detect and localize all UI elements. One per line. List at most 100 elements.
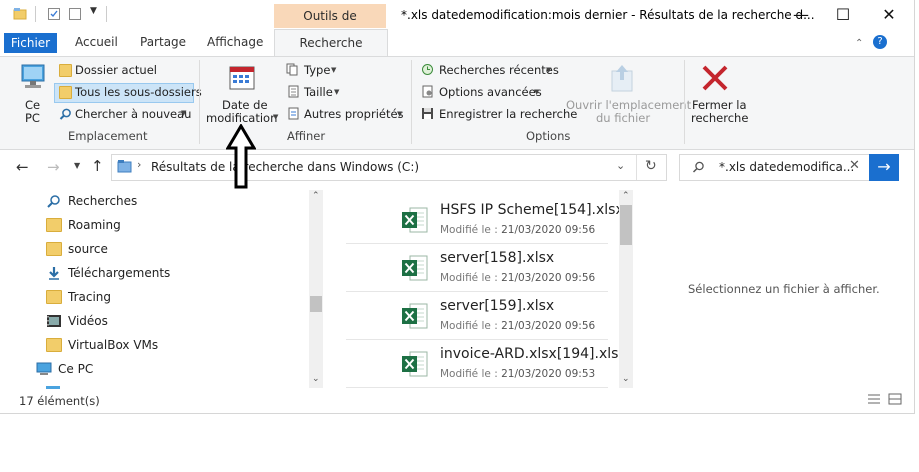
nav-item-label: Ce PC	[58, 362, 94, 376]
search-input[interactable]: *.xls datedemodifica...	[719, 160, 854, 174]
qat-dropdown-icon[interactable]: ▼	[90, 6, 97, 16]
tab-home[interactable]: Accueil	[75, 35, 118, 49]
close-button[interactable]: ✕	[866, 4, 912, 26]
file-row[interactable]: server[158].xlsx Modifié le : 21/03/2020 …	[346, 245, 608, 292]
file-scroll-down-icon[interactable]: ⌄	[622, 374, 630, 384]
nav-item[interactable]: Roaming	[46, 215, 121, 235]
search-folder-icon	[47, 195, 60, 208]
search-again-icon	[59, 108, 71, 120]
recent-searches-dropdown-icon[interactable]: ▼	[546, 66, 551, 74]
nav-item-label: Tracing	[68, 290, 112, 304]
type-dropdown-icon[interactable]: ▼	[331, 66, 336, 74]
modified-label: Modifié le :	[440, 224, 498, 236]
nav-item[interactable]: source	[46, 239, 108, 259]
advanced-options-button[interactable]: Options avancées	[439, 85, 542, 99]
nav-item[interactable]: VirtualBox VMs	[46, 335, 158, 355]
options-group-label: Options	[526, 129, 571, 143]
ribbon-separator	[684, 60, 685, 144]
address-bar[interactable]: › Résultats de la recherche dans Windows…	[111, 154, 667, 181]
nav-item-label: Téléchargements	[68, 266, 171, 280]
folder-icon	[46, 338, 62, 352]
close-search-label-2[interactable]: recherche	[691, 111, 748, 125]
nav-item[interactable]: Tracing	[46, 287, 111, 307]
modified-date: 21/03/2020 09:56	[501, 272, 596, 284]
file-modified: Modifié le : 21/03/2020 09:56	[440, 320, 595, 332]
size-button[interactable]: Taille	[304, 85, 333, 99]
help-icon[interactable]: ?	[873, 35, 887, 49]
file-scroll-up-icon[interactable]: ⌃	[622, 191, 630, 201]
refresh-icon[interactable]: ↻	[645, 158, 657, 174]
nav-item-label: Recherches	[68, 194, 138, 208]
file-name: invoice-ARD.xlsx[194].xls	[440, 346, 619, 362]
nav-item[interactable]: Ce PC	[36, 359, 93, 379]
this-pc-label-1[interactable]: Ce	[25, 98, 40, 112]
maximize-button[interactable]: ☐	[820, 4, 866, 26]
clear-search-icon[interactable]: ✕	[849, 158, 860, 173]
date-modified-label-2[interactable]: modification	[206, 111, 277, 125]
nav-scroll-down-icon[interactable]: ⌄	[312, 374, 320, 384]
nav-item-label: Vidéos	[68, 314, 108, 328]
file-row[interactable]: invoice-ARD.xlsx[194].xls Modifié le : 21…	[346, 341, 618, 388]
modified-label: Modifié le :	[440, 272, 498, 284]
open-file-location-label-2: du fichier	[596, 111, 651, 125]
file-name: server[158].xlsx	[440, 250, 555, 266]
date-modified-dropdown-icon[interactable]: ▼	[273, 113, 278, 121]
open-file-location-icon	[611, 65, 633, 92]
current-folder-icon	[59, 64, 72, 77]
nav-item-label: source	[68, 242, 108, 256]
nav-item-label: VirtualBox VMs	[68, 338, 159, 352]
this-pc-icon	[21, 64, 45, 88]
this-pc-label-2[interactable]: PC	[25, 111, 40, 125]
minimize-button[interactable]: —	[778, 4, 824, 26]
file-scroll-thumb[interactable]	[620, 205, 632, 245]
file-row[interactable]: HSFS IP Scheme[154].xlsx Modifié le : 21/…	[346, 197, 624, 244]
close-search-label-1[interactable]: Fermer la	[692, 98, 747, 112]
nav-scrollbar[interactable]	[309, 190, 323, 388]
nav-item[interactable]: Recherches	[46, 191, 137, 211]
explorer-window: ▼ Outils de recherche *.xls datedemodifi…	[0, 0, 915, 414]
properties-icon[interactable]	[47, 7, 61, 21]
forward-button[interactable]: →	[47, 158, 60, 176]
recent-searches-button[interactable]: Recherches récentes	[439, 63, 559, 77]
details-view-icon[interactable]	[867, 393, 881, 405]
new-folder-icon[interactable]	[68, 7, 82, 21]
tiles-view-icon[interactable]	[888, 393, 902, 405]
nav-item[interactable]: Téléchargements	[46, 263, 170, 283]
search-box[interactable]: *.xls datedemodifica... ✕	[679, 154, 871, 181]
excel-file-icon	[402, 351, 428, 377]
search-results-folder-icon	[117, 160, 132, 173]
nav-scroll-thumb[interactable]	[310, 296, 322, 312]
recent-locations-icon[interactable]: ▼	[74, 161, 80, 170]
tab-file[interactable]: Fichier	[4, 33, 57, 53]
search-again-button[interactable]: Chercher à nouveau	[75, 107, 191, 121]
up-button[interactable]: ↑	[91, 157, 104, 175]
ribbon-separator	[411, 60, 412, 144]
breadcrumb-chevron-icon[interactable]: ›	[137, 158, 141, 171]
search-again-dropdown-icon[interactable]: ▼	[181, 109, 186, 117]
advanced-options-dropdown-icon[interactable]: ▼	[534, 88, 539, 96]
current-folder-button[interactable]: Dossier actuel	[75, 63, 157, 77]
type-button[interactable]: Type	[304, 63, 330, 77]
search-go-button[interactable]: →	[869, 154, 899, 181]
file-row[interactable]: server[159].xlsx Modifié le : 21/03/2020 …	[346, 293, 608, 340]
other-properties-dropdown-icon[interactable]: ▼	[397, 110, 402, 118]
nav-item[interactable]: Vidéos	[46, 311, 108, 331]
address-dropdown-icon[interactable]: ⌄	[616, 159, 625, 172]
tab-share[interactable]: Partage	[140, 35, 186, 49]
save-search-button[interactable]: Enregistrer la recherche	[439, 107, 577, 121]
size-dropdown-icon[interactable]: ▼	[334, 88, 339, 96]
other-properties-button[interactable]: Autres propriétés	[304, 107, 404, 121]
folder-icon	[46, 218, 62, 232]
refine-group-label: Affiner	[287, 129, 326, 143]
collapse-ribbon-icon[interactable]: ⌃	[855, 38, 863, 49]
tab-view[interactable]: Affichage	[207, 35, 263, 49]
nav-scroll-up-icon[interactable]: ⌃	[312, 191, 320, 201]
back-button[interactable]: ←	[16, 158, 29, 176]
address-path[interactable]: Résultats de la recherche dans Windows (…	[151, 160, 419, 174]
nav-item-partial	[46, 386, 60, 389]
advanced-options-icon	[422, 85, 433, 98]
size-icon	[288, 85, 299, 98]
explorer-app-icon	[13, 8, 27, 20]
tab-search[interactable]: Recherche	[274, 29, 388, 57]
date-modified-label-1[interactable]: Date de	[222, 98, 268, 112]
